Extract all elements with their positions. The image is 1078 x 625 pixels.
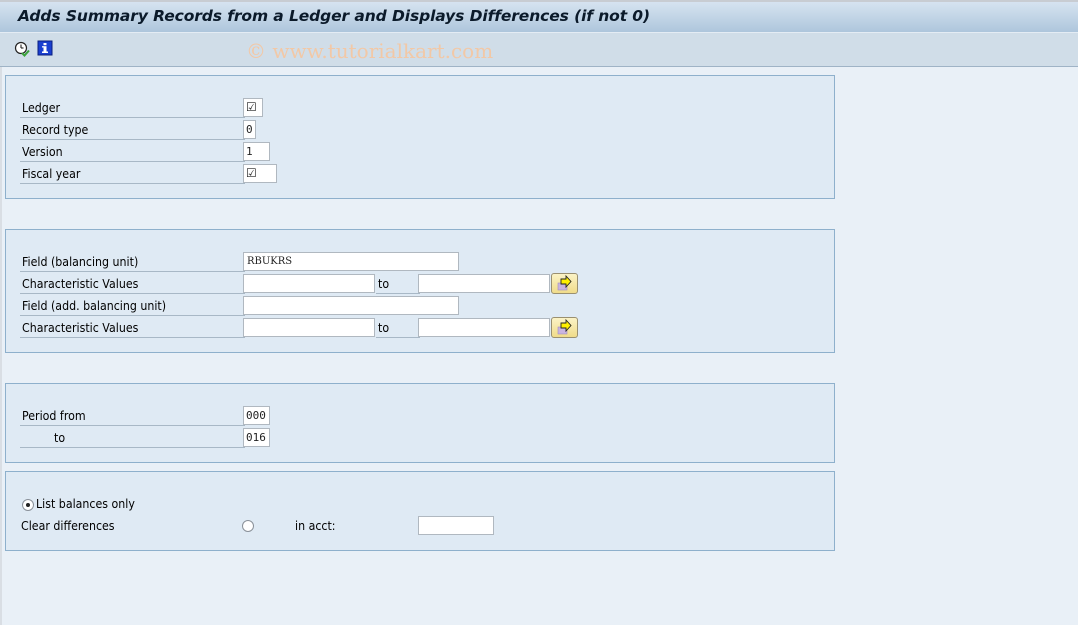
clock-check-icon [14, 41, 30, 57]
characteristic-values-1-label: Characteristic Values [20, 273, 245, 294]
field-balancing-unit-label: Field (balancing unit) [20, 251, 245, 272]
ledger-settings-group: Ledger ☑ Record type 0 Version 1 Fiscal … [5, 75, 835, 199]
info-icon [37, 40, 53, 56]
left-edge [0, 67, 2, 625]
in-acct-label: in acct: [295, 519, 336, 533]
ledger-label: Ledger [20, 97, 245, 118]
application-toolbar: © www.tutorialkart.com [0, 33, 1078, 67]
title-bar: Adds Summary Records from a Ledger and D… [0, 0, 1078, 33]
characteristic-values-2-to-input[interactable] [418, 318, 550, 337]
multiple-selection-2-button[interactable] [551, 317, 578, 338]
ledger-checkbox[interactable]: ☑ [243, 98, 263, 117]
multiple-selection-arrow-icon [557, 274, 572, 291]
fiscal-year-label: Fiscal year [20, 163, 245, 184]
characteristic-values-1-to-label: to [376, 273, 420, 294]
period-to-label: to [20, 427, 245, 448]
info-button[interactable] [37, 40, 53, 56]
page-title: Adds Summary Records from a Ledger and D… [18, 7, 650, 25]
characteristic-values-2-label: Characteristic Values [20, 317, 245, 338]
period-to-input[interactable]: 016 [243, 428, 270, 447]
watermark: © www.tutorialkart.com [246, 39, 494, 63]
list-balances-only-label: List balances only [36, 497, 135, 511]
list-balances-only-radio[interactable] [22, 499, 34, 511]
record-type-input[interactable]: 0 [243, 120, 256, 139]
period-from-label: Period from [20, 405, 245, 426]
version-label: Version [20, 141, 245, 162]
field-balancing-unit-input[interactable]: RBUKRS [243, 252, 459, 271]
characteristic-values-2-from-input[interactable] [243, 318, 375, 337]
field-add-balancing-unit-input[interactable] [243, 296, 459, 315]
clear-differences-radio[interactable] [242, 520, 254, 532]
record-type-label: Record type [20, 119, 245, 140]
fiscal-year-checkbox[interactable]: ☑ [243, 164, 277, 183]
characteristic-values-1-from-input[interactable] [243, 274, 375, 293]
version-input[interactable]: 1 [243, 142, 270, 161]
field-add-balancing-unit-label: Field (add. balancing unit) [20, 295, 245, 316]
characteristic-values-2-to-label: to [376, 317, 420, 338]
execute-button[interactable] [14, 41, 30, 57]
period-from-input[interactable]: 000 [243, 406, 270, 425]
multiple-selection-arrow-icon [557, 318, 572, 335]
period-group: Period from 000 to 016 [5, 383, 835, 463]
characteristic-values-1-to-input[interactable] [418, 274, 550, 293]
clear-differences-label: Clear differences [21, 519, 115, 533]
processing-options-group: List balances only Clear differences in … [5, 471, 835, 551]
multiple-selection-1-button[interactable] [551, 273, 578, 294]
balancing-unit-group: Field (balancing unit) RBUKRS Characteri… [5, 229, 835, 353]
in-acct-input[interactable] [418, 516, 494, 535]
